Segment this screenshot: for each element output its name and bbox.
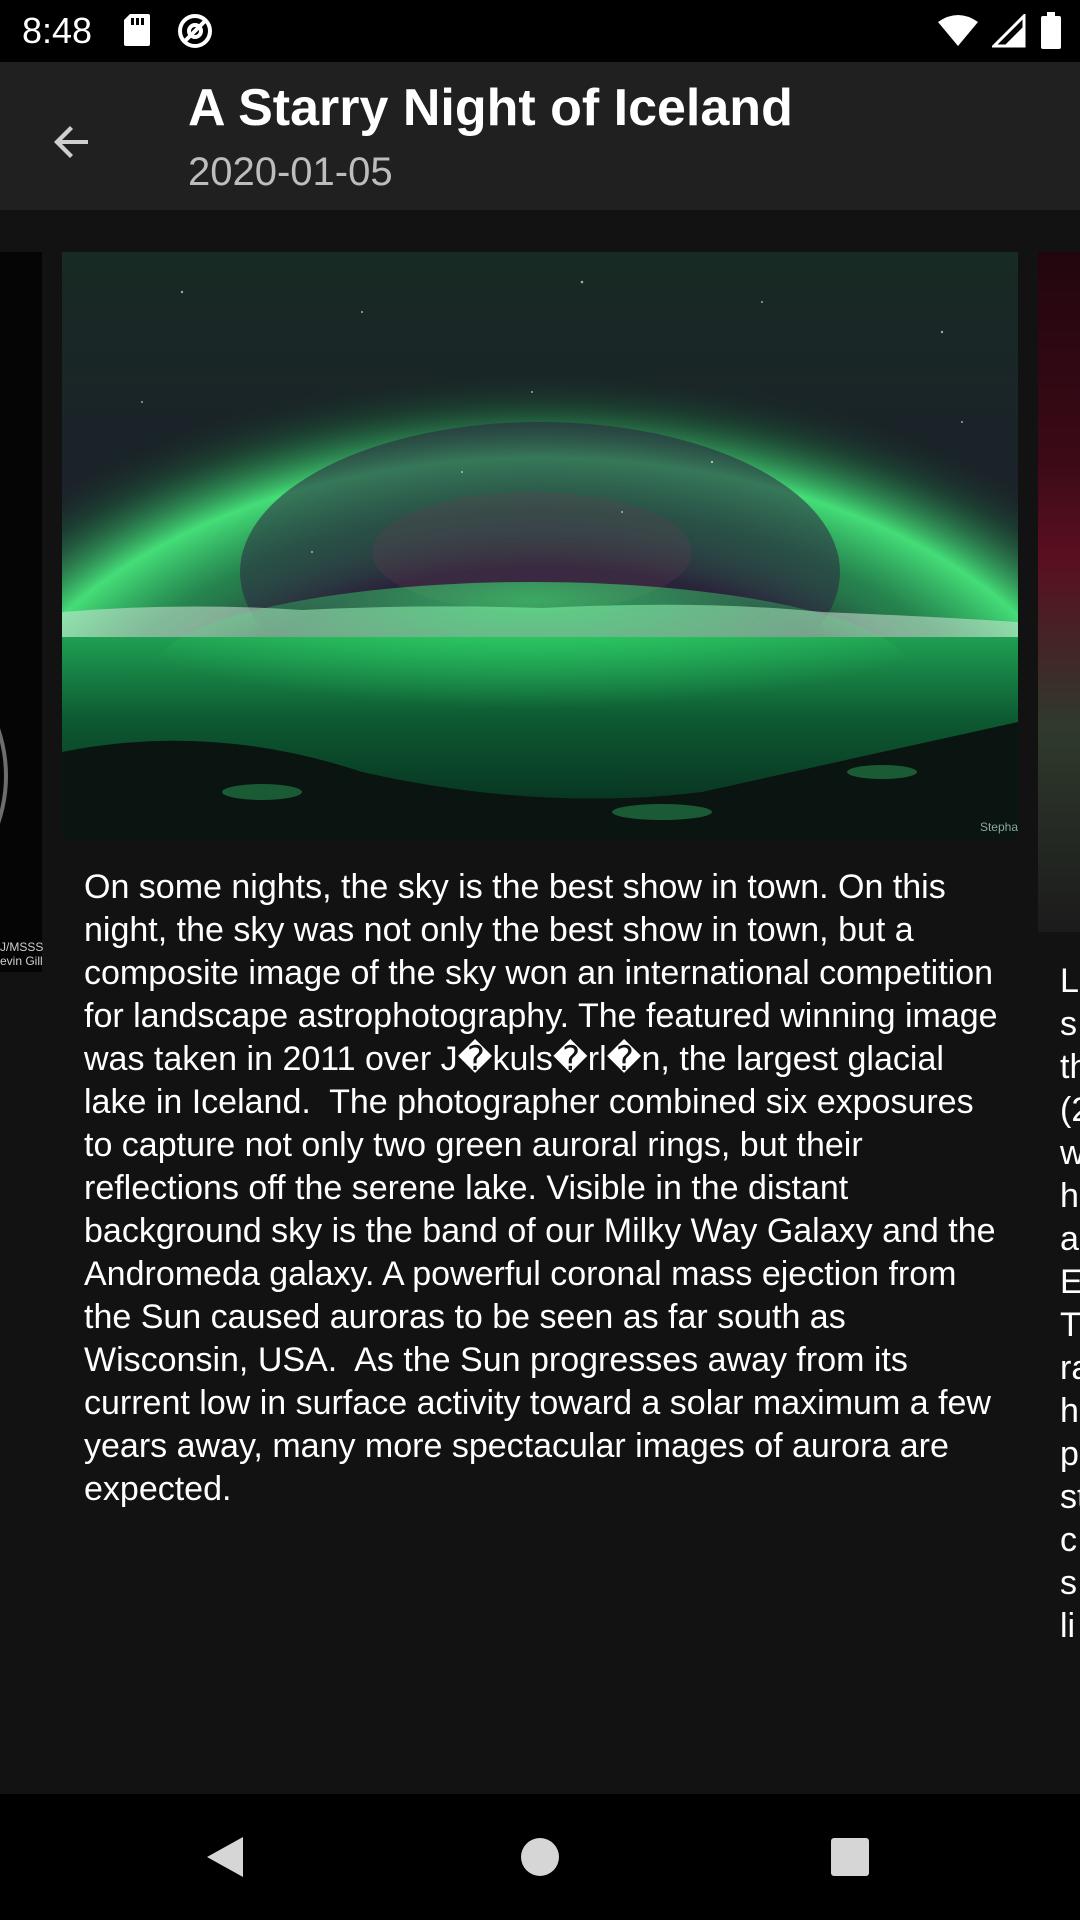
status-left-icons <box>122 12 214 54</box>
next-card-image[interactable] <box>1038 252 1080 932</box>
status-right-icons <box>938 12 1062 54</box>
home-circle-icon <box>521 1838 559 1876</box>
apod-image[interactable]: Stepha <box>62 252 1018 840</box>
status-time: 8:48 <box>22 10 93 51</box>
page-date: 2020-01-05 <box>188 150 393 194</box>
page-title: A Starry Night of Iceland <box>188 79 793 137</box>
nav-back-button[interactable] <box>190 1822 260 1892</box>
nav-home-button[interactable] <box>505 1822 575 1892</box>
image-credit: Stepha <box>979 820 1018 834</box>
recents-square-icon <box>831 1838 869 1876</box>
wifi-icon <box>938 14 978 52</box>
sd-card-icon <box>122 12 152 54</box>
planet-edge <box>0 612 8 940</box>
app-bar: A Starry Night of Iceland 2020-01-05 <box>0 62 1080 210</box>
battery-icon <box>1040 12 1062 54</box>
back-triangle-icon <box>207 1837 243 1877</box>
arrow-left-icon <box>54 126 88 158</box>
nav-recents-button[interactable] <box>815 1822 885 1892</box>
signal-icon <box>990 12 1026 52</box>
at-sign-icon <box>176 12 214 54</box>
image-description: On some nights, the sky is the best show… <box>84 868 1008 1508</box>
next-card-text: L s th (2 w h a E T ra h p st c s li <box>1060 962 1080 1645</box>
image-pager[interactable]: J/MSSS evin Gill e <box>0 210 1080 1794</box>
system-nav-bar <box>0 1794 1080 1920</box>
previous-card-image[interactable] <box>0 252 42 972</box>
previous-card-credit: J/MSSS evin Gill <box>0 940 44 968</box>
aurora-photo <box>62 252 1018 840</box>
status-bar: 8:48 <box>0 0 1080 62</box>
back-button[interactable] <box>30 100 114 184</box>
